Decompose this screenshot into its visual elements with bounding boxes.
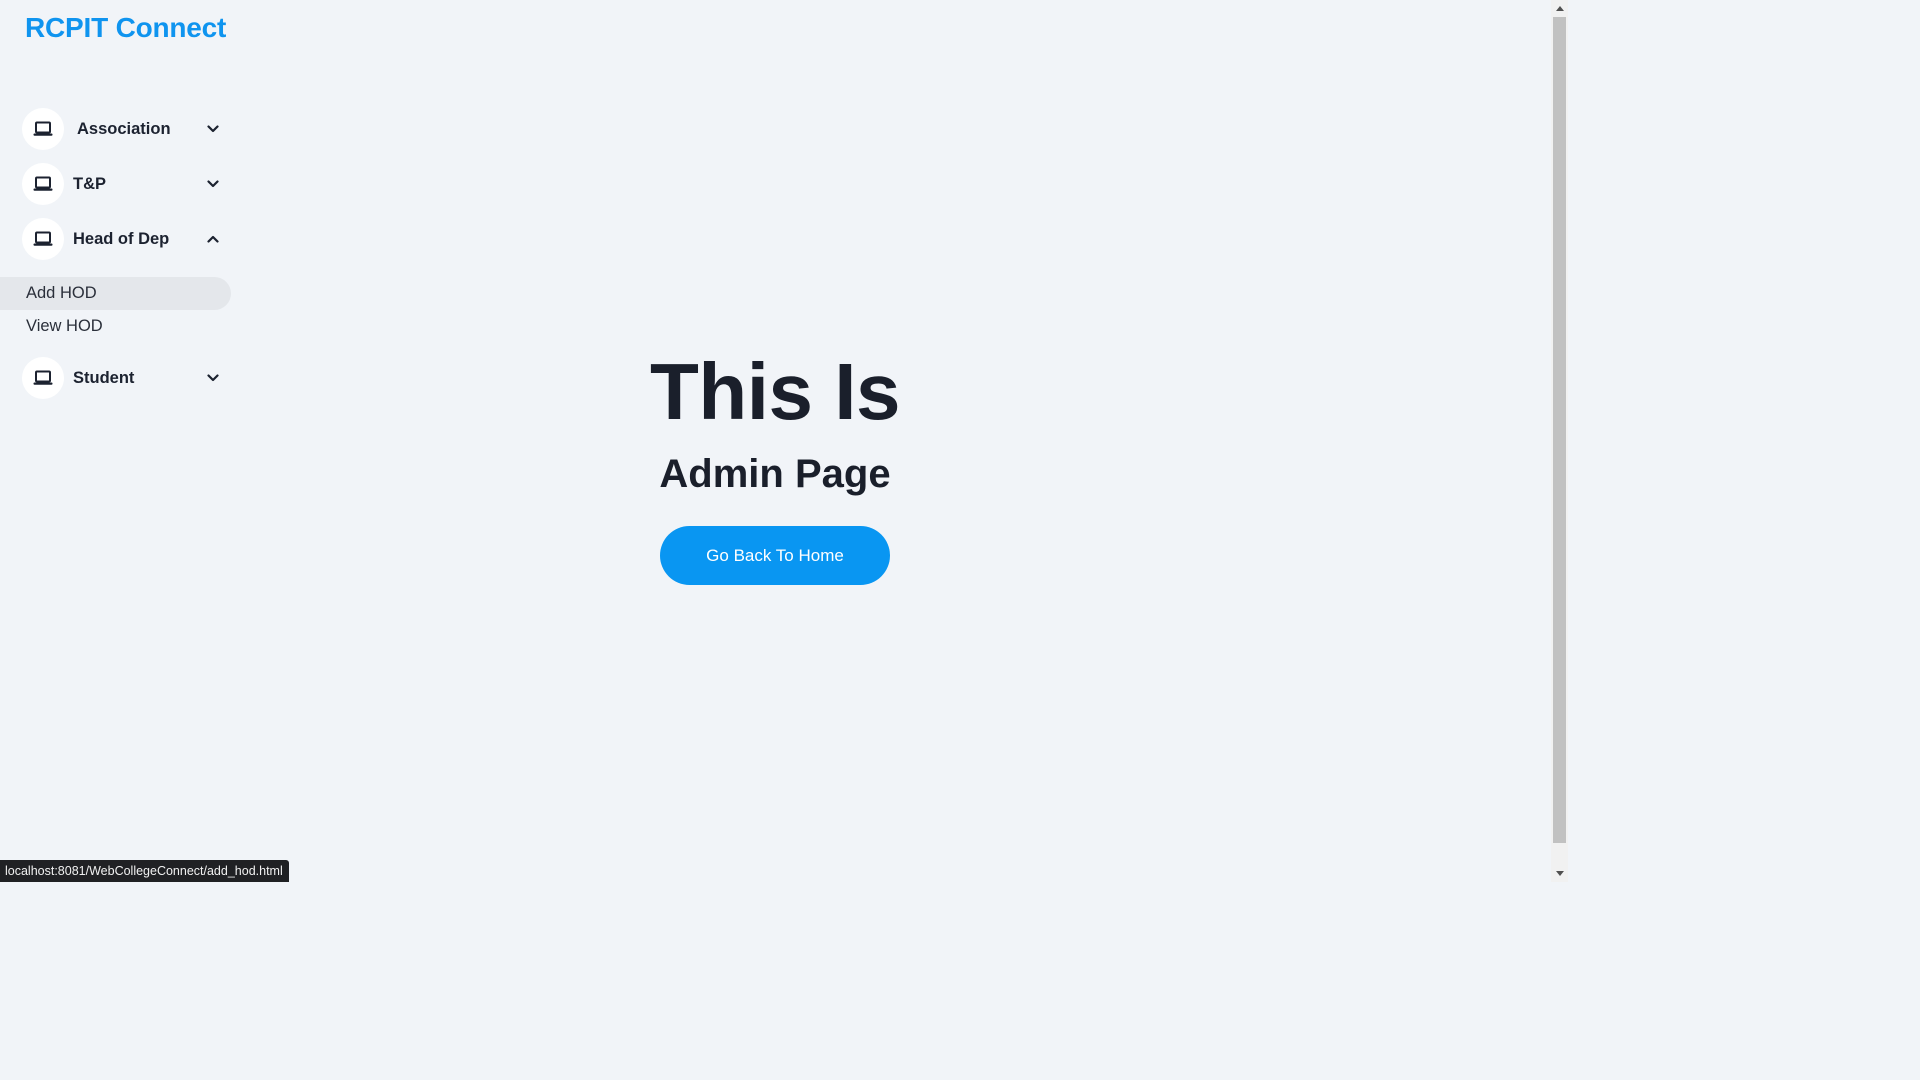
vertical-scrollbar[interactable] xyxy=(1551,0,1568,882)
sidebar-item-association[interactable]: Association xyxy=(22,108,232,150)
chevron-up-icon xyxy=(206,232,220,246)
laptop-icon xyxy=(22,218,64,260)
sidebar-item-head-of-dep[interactable]: Head of Dep xyxy=(22,218,232,260)
scrollbar-thumb[interactable] xyxy=(1553,17,1566,843)
chevron-down-icon xyxy=(206,122,220,136)
submenu-item-view-hod[interactable]: View HOD xyxy=(0,310,231,343)
brand-title[interactable]: RCPIT Connect xyxy=(25,12,226,44)
hero-subtitle: Admin Page xyxy=(659,452,891,496)
sidebar-item-label: T&P xyxy=(73,174,106,193)
laptop-icon xyxy=(22,163,64,205)
submenu-item-add-hod[interactable]: Add HOD xyxy=(0,277,231,310)
laptop-icon xyxy=(22,108,64,150)
sidebar-item-tnp[interactable]: T&P xyxy=(22,163,232,205)
sidebar-item-label: Association xyxy=(77,119,171,138)
hero-title: This Is xyxy=(650,347,900,436)
scroll-up-arrow-icon[interactable] xyxy=(1551,0,1568,17)
chevron-down-icon xyxy=(206,177,220,191)
go-back-home-button[interactable]: Go Back To Home xyxy=(660,526,890,585)
scroll-down-arrow-icon[interactable] xyxy=(1551,865,1568,882)
sidebar-item-label: Head of Dep xyxy=(73,229,170,248)
admin-page: RCPIT Connect Association T&P Head of De… xyxy=(0,0,1568,882)
status-bar-url: localhost:8081/WebCollegeConnect/add_hod… xyxy=(0,860,289,882)
